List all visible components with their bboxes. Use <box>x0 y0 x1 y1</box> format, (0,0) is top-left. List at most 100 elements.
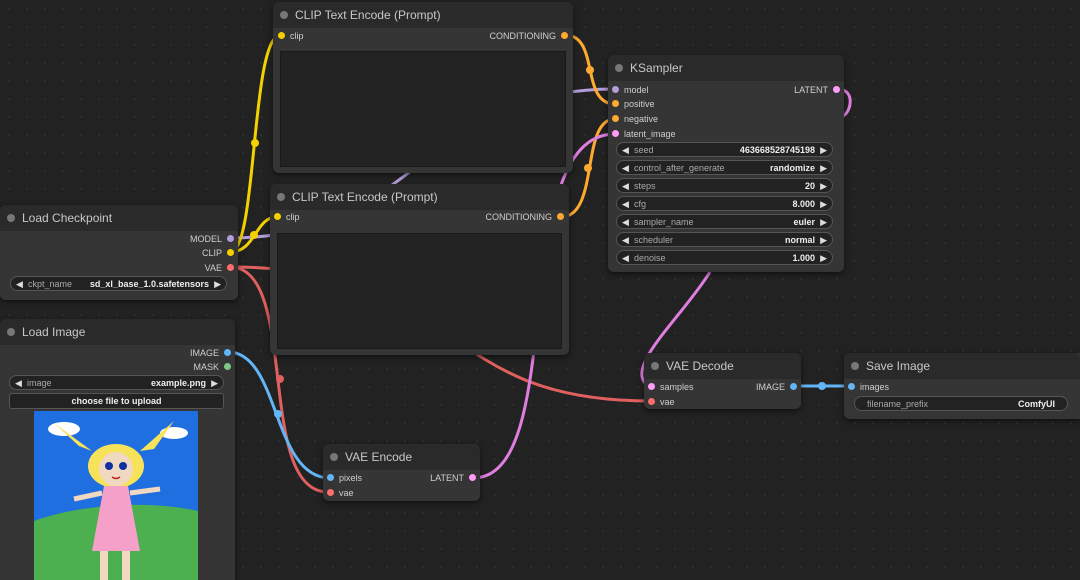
increment-arrow-icon[interactable]: ▶ <box>820 233 827 248</box>
cfg-widget[interactable]: ◀ cfg 8.000 ▶ <box>616 196 833 211</box>
conditioning-socket-icon[interactable] <box>557 213 564 220</box>
collapse-dot-icon[interactable] <box>7 328 15 336</box>
vae-decode-node[interactable]: VAE Decode samples vae IMAGE <box>644 353 801 409</box>
decrement-arrow-icon[interactable]: ◀ <box>622 215 629 230</box>
image-socket-icon[interactable] <box>327 474 334 481</box>
seed-widget[interactable]: ◀ seed 463668528745198 ▶ <box>616 142 833 157</box>
increment-arrow-icon[interactable]: ▶ <box>820 143 827 158</box>
decrement-arrow-icon[interactable]: ◀ <box>622 179 629 194</box>
output-mask[interactable]: MASK <box>193 361 231 373</box>
sampler-name-widget[interactable]: ◀ sampler_name euler ▶ <box>616 214 833 229</box>
collapse-dot-icon[interactable] <box>615 64 623 72</box>
input-model[interactable]: model <box>612 84 649 96</box>
latent-socket-icon[interactable] <box>648 383 655 390</box>
collapse-dot-icon[interactable] <box>651 362 659 370</box>
scheduler-widget[interactable]: ◀ scheduler normal ▶ <box>616 232 833 247</box>
mask-socket-icon[interactable] <box>224 363 231 370</box>
output-vae[interactable]: VAE <box>205 262 234 274</box>
conditioning-socket-icon[interactable] <box>612 100 619 107</box>
preview-drawing <box>34 411 198 580</box>
clip-socket-icon[interactable] <box>227 249 234 256</box>
conditioning-socket-icon[interactable] <box>612 115 619 122</box>
prev-arrow-icon[interactable]: ◀ <box>16 277 23 292</box>
ckpt-name-widget[interactable]: ◀ ckpt_name sd_xl_base_1.0.safetensors ▶ <box>10 276 227 291</box>
ksampler-node[interactable]: KSampler model positive negative latent_… <box>608 55 844 272</box>
vae-socket-icon[interactable] <box>227 264 234 271</box>
input-clip[interactable]: clip <box>278 30 304 42</box>
node-title[interactable]: Load Checkpoint <box>0 205 238 231</box>
prompt-textarea[interactable] <box>277 233 562 349</box>
clip-socket-icon[interactable] <box>274 213 281 220</box>
input-latent-image[interactable]: latent_image <box>612 128 676 140</box>
input-vae[interactable]: vae <box>327 487 354 499</box>
vae-encode-node[interactable]: VAE Encode pixels vae LATENT <box>323 444 480 501</box>
node-title[interactable]: CLIP Text Encode (Prompt) <box>273 2 573 28</box>
latent-socket-icon[interactable] <box>612 130 619 137</box>
model-socket-icon[interactable] <box>612 86 619 93</box>
output-conditioning[interactable]: CONDITIONING <box>486 211 564 223</box>
image-socket-icon[interactable] <box>848 383 855 390</box>
node-title[interactable]: Load Image <box>0 319 235 345</box>
upload-button[interactable]: choose file to upload <box>9 393 224 409</box>
model-socket-icon[interactable] <box>227 235 234 242</box>
increment-arrow-icon[interactable]: ▶ <box>820 179 827 194</box>
clip-text-encode-node-top[interactable]: CLIP Text Encode (Prompt) clip CONDITION… <box>273 2 573 173</box>
node-title[interactable]: Save Image <box>844 353 1080 379</box>
clip-socket-icon[interactable] <box>278 32 285 39</box>
node-title[interactable]: VAE Decode <box>644 353 801 379</box>
image-socket-icon[interactable] <box>224 349 231 356</box>
decrement-arrow-icon[interactable]: ◀ <box>622 251 629 266</box>
input-images[interactable]: images <box>848 381 889 393</box>
increment-arrow-icon[interactable]: ▶ <box>820 197 827 212</box>
input-vae[interactable]: vae <box>648 396 675 408</box>
load-image-node[interactable]: Load Image IMAGE MASK ◀ image example.png ▶… <box>0 319 235 580</box>
collapse-dot-icon[interactable] <box>7 214 15 222</box>
input-pixels[interactable]: pixels <box>327 472 362 484</box>
conditioning-socket-icon[interactable] <box>561 32 568 39</box>
link-pixels <box>227 350 331 480</box>
node-title[interactable]: VAE Encode <box>323 444 480 470</box>
increment-arrow-icon[interactable]: ▶ <box>820 251 827 266</box>
increment-arrow-icon[interactable]: ▶ <box>820 215 827 230</box>
vae-socket-icon[interactable] <box>648 398 655 405</box>
image-socket-icon[interactable] <box>790 383 797 390</box>
decrement-arrow-icon[interactable]: ◀ <box>622 233 629 248</box>
output-latent[interactable]: LATENT <box>430 472 476 484</box>
load-checkpoint-node[interactable]: Load Checkpoint MODEL CLIP VAE ◀ ckpt_nam… <box>0 205 238 300</box>
steps-widget[interactable]: ◀ steps 20 ▶ <box>616 178 833 193</box>
save-image-node[interactable]: Save Image images filename_prefix ComfyUI <box>844 353 1080 419</box>
latent-socket-icon[interactable] <box>469 474 476 481</box>
input-negative[interactable]: negative <box>612 113 658 125</box>
prompt-textarea[interactable] <box>280 51 566 167</box>
input-samples[interactable]: samples <box>648 381 694 393</box>
output-image[interactable]: IMAGE <box>190 347 231 359</box>
output-latent[interactable]: LATENT <box>794 84 840 96</box>
increment-arrow-icon[interactable]: ▶ <box>820 161 827 176</box>
collapse-dot-icon[interactable] <box>280 11 288 19</box>
input-clip[interactable]: clip <box>274 211 300 223</box>
decrement-arrow-icon[interactable]: ◀ <box>622 197 629 212</box>
decrement-arrow-icon[interactable]: ◀ <box>622 161 629 176</box>
vae-socket-icon[interactable] <box>327 489 334 496</box>
denoise-widget[interactable]: ◀ denoise 1.000 ▶ <box>616 250 833 265</box>
control-after-generate-widget[interactable]: ◀ control_after_generate randomize ▶ <box>616 160 833 175</box>
node-title[interactable]: CLIP Text Encode (Prompt) <box>270 184 569 210</box>
next-arrow-icon[interactable]: ▶ <box>214 277 221 292</box>
filename-prefix-widget[interactable]: filename_prefix ComfyUI <box>854 396 1068 411</box>
output-model[interactable]: MODEL <box>190 233 234 245</box>
output-conditioning[interactable]: CONDITIONING <box>490 30 568 42</box>
clip-text-encode-node-bottom[interactable]: CLIP Text Encode (Prompt) clip CONDITION… <box>270 184 569 355</box>
image-preview <box>34 411 198 580</box>
output-image[interactable]: IMAGE <box>756 381 797 393</box>
next-arrow-icon[interactable]: ▶ <box>211 376 218 391</box>
node-title[interactable]: KSampler <box>608 55 844 81</box>
latent-socket-icon[interactable] <box>833 86 840 93</box>
output-clip[interactable]: CLIP <box>202 247 234 259</box>
image-select-widget[interactable]: ◀ image example.png ▶ <box>9 375 224 390</box>
prev-arrow-icon[interactable]: ◀ <box>15 376 22 391</box>
input-positive[interactable]: positive <box>612 98 655 110</box>
collapse-dot-icon[interactable] <box>851 362 859 370</box>
collapse-dot-icon[interactable] <box>330 453 338 461</box>
collapse-dot-icon[interactable] <box>277 193 285 201</box>
decrement-arrow-icon[interactable]: ◀ <box>622 143 629 158</box>
